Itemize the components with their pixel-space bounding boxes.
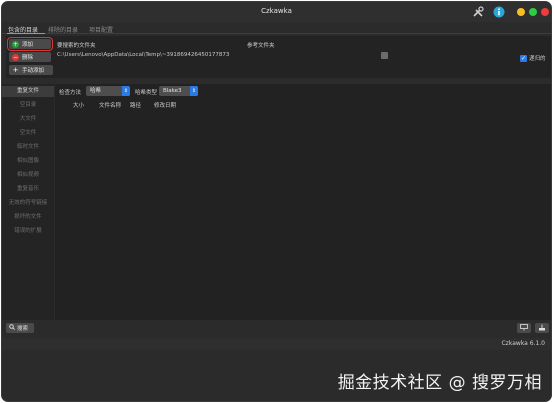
add-button[interactable]: + 添加 xyxy=(7,37,53,51)
recursive-toggle[interactable]: ✓ 递归的 xyxy=(520,54,546,62)
plus-icon: + xyxy=(12,65,19,74)
nav-duplicate-music[interactable]: 重复音乐 xyxy=(2,184,54,195)
nav-temporary-files[interactable]: 临时文件 xyxy=(2,142,54,153)
active-tab-indicator xyxy=(7,33,45,34)
nav-bad-extensions[interactable]: 错误的扩展 xyxy=(2,226,54,237)
hash-type-value: Blake3 xyxy=(163,88,182,94)
check-method-label: 检查方法 xyxy=(59,90,82,96)
window-title: Czkawka xyxy=(261,7,292,15)
nav-invalid-symlinks[interactable]: 无效的符号链接 xyxy=(2,198,54,209)
select-button[interactable] xyxy=(517,323,531,333)
plus-icon: + xyxy=(12,40,19,48)
column-path[interactable]: 路径 xyxy=(130,101,141,109)
tool-sidebar: 重复文件 空目录 大文件 空文件 临时文件 相似图像 相似视频 重复音乐 无效的… xyxy=(2,84,54,320)
reference-checkbox[interactable] xyxy=(381,52,388,59)
directory-tabs: 包含的目录 排除的目录 项目配置 xyxy=(2,23,551,34)
nav-empty-files[interactable]: 空文件 xyxy=(2,128,54,139)
minus-icon: − xyxy=(12,53,19,61)
hash-type-label: 哈希类型 xyxy=(135,90,158,96)
status-bar: Czkawka 6.1.0 xyxy=(2,338,551,350)
tools-icon[interactable] xyxy=(472,6,484,18)
version-label: Czkawka 6.1.0 xyxy=(501,340,545,347)
column-file-name[interactable]: 文件名称 xyxy=(99,101,121,109)
nav-duplicate-files[interactable]: 重复文件 xyxy=(2,86,54,97)
title-bar: Czkawka xyxy=(2,2,551,22)
nav-empty-folders[interactable]: 空目录 xyxy=(2,100,54,111)
nav-broken-files[interactable]: 损坏的文件 xyxy=(2,212,54,223)
column-modified-date[interactable]: 修改日期 xyxy=(154,101,176,109)
nav-similar-videos[interactable]: 相似视频 xyxy=(2,170,54,181)
column-size[interactable]: 大小 xyxy=(73,101,84,109)
chevron-updown-icon: ⇕ xyxy=(190,86,198,96)
directories-panel: + 添加 − 删除 + 手动添加 要搜索的文件夹 参考文件夹 C:\Users\… xyxy=(6,36,551,78)
remove-label: 删除 xyxy=(22,55,34,61)
search-label: 搜索 xyxy=(17,326,29,332)
manual-add-label: 手动添加 xyxy=(22,68,45,74)
minimize-button[interactable] xyxy=(517,8,525,16)
maximize-button[interactable] xyxy=(529,8,537,16)
app-window: Czkawka 包含的目录 排除的目录 项目配置 + 添加 − 删除 + 手动添… xyxy=(1,1,552,402)
chevron-updown-icon: ⇕ xyxy=(122,86,130,96)
tab-excluded-dirs[interactable]: 排除的目录 xyxy=(48,25,78,34)
delete-button[interactable] xyxy=(535,323,549,333)
nav-big-files[interactable]: 大文件 xyxy=(2,114,54,125)
watermark: 掘金技术社区 @ 搜罗万相 xyxy=(337,373,542,393)
search-button[interactable]: 搜索 xyxy=(6,323,34,333)
hash-type-select[interactable]: Blake3 ⇕ xyxy=(159,86,198,96)
add-label: 添加 xyxy=(22,42,34,48)
manual-add-button[interactable]: + 手动添加 xyxy=(9,65,53,75)
check-method-value: 哈希 xyxy=(90,88,102,94)
recursive-label: 递归的 xyxy=(529,56,546,62)
search-icon xyxy=(9,324,15,332)
tab-project-settings[interactable]: 项目配置 xyxy=(89,25,113,34)
search-folders-header: 要搜索的文件夹 xyxy=(57,43,96,49)
close-button[interactable] xyxy=(541,8,549,16)
directory-path[interactable]: C:\Users\Lenovo\AppData\Local\Temp\~3918… xyxy=(57,52,229,58)
check-icon[interactable]: ✓ xyxy=(520,54,527,62)
reference-folders-header: 参考文件夹 xyxy=(247,43,275,49)
info-icon[interactable] xyxy=(493,6,505,18)
bottom-toolbar: 搜索 xyxy=(2,320,551,337)
select-icon xyxy=(520,323,528,333)
nav-similar-images[interactable]: 相似图像 xyxy=(2,156,54,167)
remove-button[interactable]: − 删除 xyxy=(9,52,51,62)
results-panel: 检查方法 哈希 ⇕ 哈希类型 Blake3 ⇕ 大小 文件名称 路径 修改日期 xyxy=(55,84,551,320)
check-method-select[interactable]: 哈希 ⇕ xyxy=(86,86,130,96)
delete-icon xyxy=(538,324,546,333)
